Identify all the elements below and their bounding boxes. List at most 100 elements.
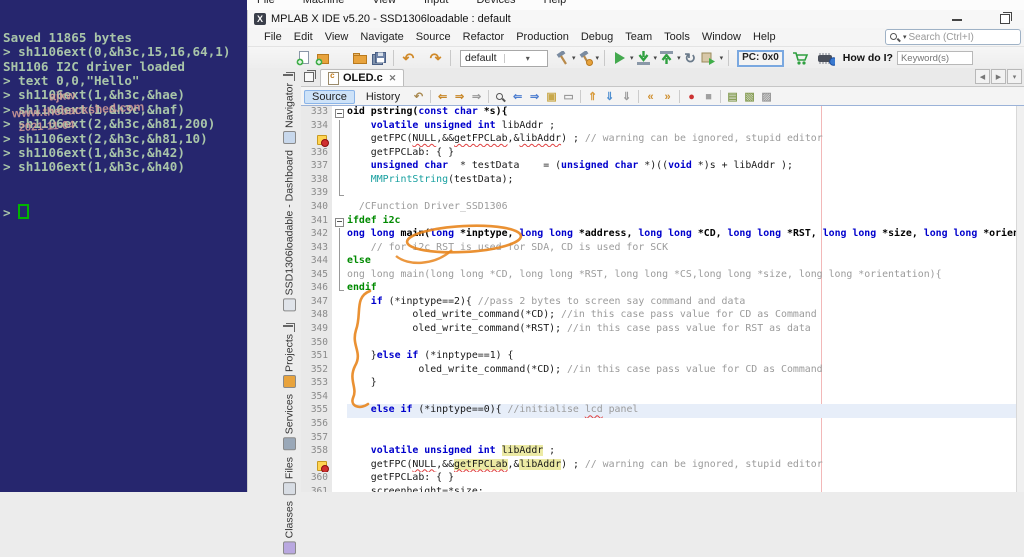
sidebar-tab-navigator[interactable]: Navigator xyxy=(282,80,297,147)
vm-menu-help[interactable]: Help xyxy=(544,0,567,6)
last-edit-icon[interactable]: ↶ xyxy=(411,89,426,104)
window-stack-icon[interactable] xyxy=(283,74,293,76)
projects-icon xyxy=(283,375,296,388)
read-device-icon[interactable] xyxy=(657,49,676,67)
view-history-button[interactable]: History xyxy=(358,90,408,104)
code-text: volatile unsigned int libAddr ; xyxy=(347,445,1024,459)
menu-refactor[interactable]: Refactor xyxy=(457,30,511,44)
sidebar-tab-files[interactable]: Files xyxy=(282,454,297,498)
find-icon[interactable] xyxy=(493,89,508,104)
diff-icon[interactable]: ▨ xyxy=(759,89,774,104)
code-line: 339 xyxy=(301,187,1024,201)
sidebar-tab-dashboard[interactable]: SSD1306loadable - Dashboard xyxy=(282,147,297,314)
code-line: 342ong long main(long *inptype, long lon… xyxy=(301,228,1024,242)
vm-menu-devices[interactable]: Devices xyxy=(476,0,515,6)
rectangular-selection-icon[interactable]: ▭ xyxy=(561,89,576,104)
undo-icon[interactable]: ↶ xyxy=(399,49,418,67)
shift-right-icon[interactable]: » xyxy=(660,89,675,104)
start-macro-icon[interactable]: ● xyxy=(684,89,699,104)
find-next-icon[interactable]: ⇒ xyxy=(527,89,542,104)
reset-icon[interactable]: ↻ xyxy=(681,49,700,67)
vm-menu-file[interactable]: File xyxy=(257,0,275,6)
new-file-icon[interactable] xyxy=(294,49,313,67)
vm-menu-machine[interactable]: Machine xyxy=(303,0,345,6)
menu-window[interactable]: Window xyxy=(696,30,747,44)
debug-icon[interactable] xyxy=(700,49,719,67)
minimize-icon[interactable] xyxy=(952,19,962,21)
save-all-icon[interactable] xyxy=(369,49,388,67)
menu-production[interactable]: Production xyxy=(510,30,575,44)
view-source-button[interactable]: Source xyxy=(304,90,355,104)
menu-navigate[interactable]: Navigate xyxy=(354,30,409,44)
chevron-down-icon: ▾ xyxy=(504,54,548,63)
vertical-scrollbar[interactable] xyxy=(1016,106,1024,492)
vm-menubar: File Machine View Input Devices Help xyxy=(247,0,1024,10)
window-stack-icon[interactable] xyxy=(283,325,293,327)
menu-help[interactable]: Help xyxy=(747,30,782,44)
line-number: 334 xyxy=(301,120,332,134)
vm-menu-view[interactable]: View xyxy=(372,0,396,6)
code-line: 337 unsigned char * testData = (unsigned… xyxy=(301,160,1024,174)
open-project-icon[interactable] xyxy=(350,49,369,67)
menu-tools[interactable]: Tools xyxy=(658,30,696,44)
next-error-icon[interactable]: ⇓ xyxy=(619,89,634,104)
scroll-tabs-left-icon[interactable]: ◀ xyxy=(975,69,990,84)
code-line: 334 volatile unsigned int libAddr ; xyxy=(301,120,1024,134)
build-icon[interactable] xyxy=(552,49,571,67)
shift-left-icon[interactable]: « xyxy=(643,89,658,104)
chevron-down-icon[interactable]: ▾ xyxy=(720,54,724,62)
line-number: 356 xyxy=(301,418,332,432)
shopping-cart-icon[interactable] xyxy=(791,49,810,67)
code-line: 356 xyxy=(301,418,1024,432)
chevron-down-icon[interactable]: ▾ xyxy=(596,54,600,62)
find-previous-icon[interactable]: ⇐ xyxy=(510,89,525,104)
keyword-input[interactable] xyxy=(897,51,973,65)
console-prompt-line[interactable]: > xyxy=(3,204,247,218)
menu-file[interactable]: File xyxy=(258,30,288,44)
fold-gutter xyxy=(332,377,347,391)
line-number: 348 xyxy=(301,309,332,323)
comment-icon[interactable]: ▤ xyxy=(725,89,740,104)
program-device-icon[interactable] xyxy=(634,49,653,67)
toggle-highlight-icon[interactable]: ▣ xyxy=(544,89,559,104)
forward-icon[interactable]: ⇒ xyxy=(452,89,467,104)
pc-status: PC: 0x0 xyxy=(737,50,784,67)
code-text xyxy=(347,337,1024,351)
fold-gutter[interactable] xyxy=(332,106,347,120)
tab-oled-c[interactable]: OLED.c ✕ xyxy=(320,69,404,86)
next-bookmark-icon[interactable]: ⇓ xyxy=(602,89,617,104)
line-number: 355 xyxy=(301,404,332,418)
sidebar-tab-projects[interactable]: Projects xyxy=(282,331,297,391)
scroll-tabs-right-icon[interactable]: ▶ xyxy=(991,69,1006,84)
menu-team[interactable]: Team xyxy=(619,30,658,44)
close-icon[interactable]: ✕ xyxy=(389,73,397,84)
navigator-icon xyxy=(283,131,296,144)
code-area[interactable]: 333oid pstring(const char *s){334 volati… xyxy=(301,105,1024,492)
menu-edit[interactable]: Edit xyxy=(288,30,319,44)
search-icon xyxy=(890,32,900,42)
console-panel[interactable]: Saved 11865 bytes> sh1106ext(0,&h3c,15,1… xyxy=(0,0,247,492)
redo-icon[interactable]: ↷ xyxy=(426,49,445,67)
previous-bookmark-icon[interactable]: ⇑ xyxy=(585,89,600,104)
fold-gutter xyxy=(332,174,347,188)
device-programmer-icon[interactable] xyxy=(816,49,835,67)
sidebar-tab-classes[interactable]: Classes xyxy=(282,498,297,557)
uncomment-icon[interactable]: ▧ xyxy=(742,89,757,104)
menu-view[interactable]: View xyxy=(319,30,355,44)
back-icon[interactable]: ⇐ xyxy=(435,89,450,104)
tab-list-icon[interactable]: ▾ xyxy=(1007,69,1022,84)
sidebar-tab-services[interactable]: Services xyxy=(282,391,297,453)
fold-gutter[interactable] xyxy=(332,215,347,229)
window-stack-icon[interactable] xyxy=(304,72,314,82)
vm-menu-input[interactable]: Input xyxy=(424,0,448,6)
menu-source[interactable]: Source xyxy=(410,30,457,44)
stop-macro-icon[interactable]: ■ xyxy=(701,89,716,104)
menu-debug[interactable]: Debug xyxy=(575,30,619,44)
new-project-icon[interactable] xyxy=(313,49,332,67)
configuration-select[interactable]: default ▾ xyxy=(460,50,548,67)
run-icon[interactable] xyxy=(610,49,629,67)
quick-search-box[interactable]: ▾ Search (Ctrl+I) xyxy=(885,29,1021,45)
clean-build-icon[interactable] xyxy=(576,49,595,67)
restore-icon[interactable] xyxy=(1000,14,1010,24)
next-edit-icon[interactable]: ⇒ xyxy=(469,89,484,104)
